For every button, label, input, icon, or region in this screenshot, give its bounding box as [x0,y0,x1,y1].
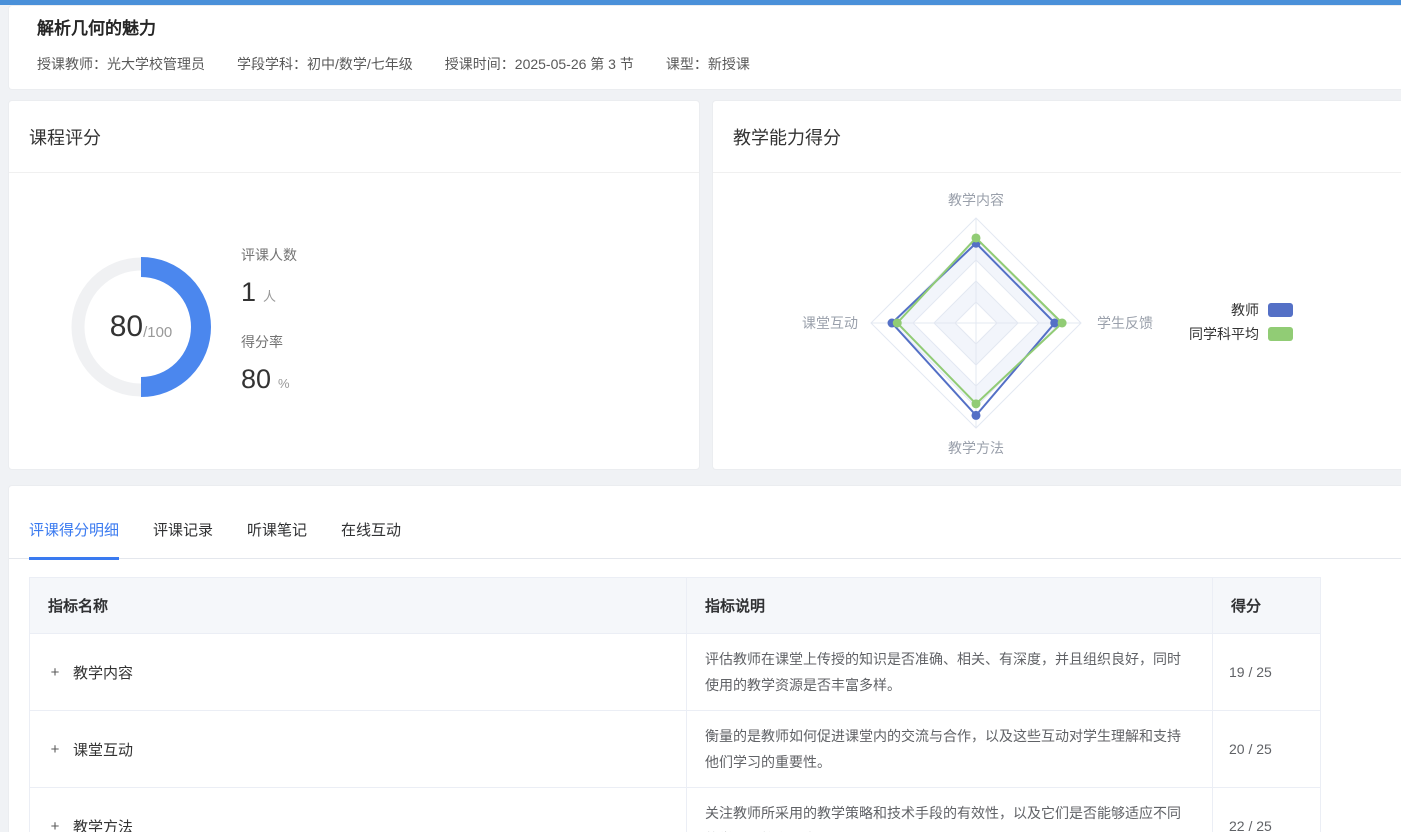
course-score-card-header: 课程评分 [9,101,699,173]
donut-score-max: /100 [143,324,172,341]
table-row-3-desc: 关注教师所采用的教学策略和技术手段的有效性，以及它们是否能够适应不同的学习风格和… [686,787,1212,832]
col-header-score: 得分 [1212,578,1320,633]
score-donut-chart: 80 /100 [66,252,216,402]
legend-item-average[interactable]: 同学科平均 [1093,322,1293,346]
table-row-2-desc: 衡量的是教师如何促进课堂内的交流与合作，以及这些互动对学生理解和支持他们学习的重… [686,710,1212,787]
indicator-name: 课堂互动 [73,739,133,760]
score-rate-value: 80 [241,364,271,395]
course-meta: 授课教师：光大学校管理员 学段学科：初中/数学/七年级 授课时间：2025-05… [37,54,1373,74]
expand-icon[interactable]: + [48,741,62,758]
course-score-card: 课程评分 80 /100 评课人数 1 [8,100,700,470]
course-header: 解析几何的魅力 授课教师：光大学校管理员 学段学科：初中/数学/七年级 授课时间… [8,5,1401,90]
reviewer-count-row: 1 人 [241,277,297,308]
reviewer-count-value: 1 [241,277,256,308]
indicator-name: 教学内容 [73,662,133,683]
radar-legend: 教师 同学科平均 [1093,298,1293,346]
reviewer-count-unit: 人 [263,286,276,305]
donut-center-label: 80 /100 [66,252,216,402]
legend-average-swatch [1268,327,1293,341]
course-score-card-title: 课程评分 [29,124,101,150]
meta-grade-subject: 学段学科：初中/数学/七年级 [237,54,413,74]
tab-review-records[interactable]: 评课记录 [153,519,213,560]
expand-icon[interactable]: + [48,818,62,832]
reviewer-count-label: 评课人数 [241,245,297,265]
course-score-card-body: 80 /100 评课人数 1 人 得分率 80 % [9,173,699,470]
score-rate-unit: % [278,376,290,391]
table-row-3-name: + 教学方法 [30,787,686,832]
indicator-desc: 评估教师在课堂上传授的知识是否准确、相关、有深度，并且组织良好，同时使用的教学资… [705,646,1194,698]
table-row-1-name: + 教学内容 [30,633,686,710]
table-row-2-score: 20 / 25 [1212,710,1320,787]
score-detail-table: 指标名称 指标说明 得分 + 教学内容 评估教师在课堂上传授的知识是否准确、相关… [29,577,1321,832]
legend-teacher-label: 教师 [1231,300,1259,320]
detail-tabs: 评课得分明细 评课记录 听课笔记 在线互动 [9,486,1401,559]
summary-cards-row: 课程评分 80 /100 评课人数 1 [8,100,1401,470]
legend-item-teacher[interactable]: 教师 [1093,298,1293,322]
score-rate-row: 80 % [241,364,297,395]
indicator-desc: 衡量的是教师如何促进课堂内的交流与合作，以及这些互动对学生理解和支持他们学习的重… [705,723,1194,775]
meta-teacher: 授课教师：光大学校管理员 [37,54,205,74]
meta-time: 授课时间：2025-05-26 第 3 节 [445,54,634,74]
teaching-ability-card-header: 教学能力得分 [713,101,1401,173]
tab-listening-notes[interactable]: 听课笔记 [247,519,307,560]
table-row-3-score: 22 / 25 [1212,787,1320,832]
tab-score-detail[interactable]: 评课得分明细 [29,519,119,560]
radar-label-top: 教学内容 [948,192,1004,208]
radar-label-left: 课堂互动 [802,315,858,331]
teaching-ability-card-body: 教学内容 学生反馈 教学方法 课堂互动 教师 同学科平均 [713,173,1401,470]
meta-course-type: 课型：新授课 [666,54,750,74]
tab-online-interaction[interactable]: 在线互动 [341,519,401,560]
col-header-name: 指标名称 [30,578,686,633]
score-stats: 评课人数 1 人 得分率 80 % [241,245,297,395]
expand-icon[interactable]: + [48,664,62,681]
radar-chart: 教学内容 学生反馈 教学方法 课堂互动 [713,173,1401,470]
legend-teacher-swatch [1268,303,1293,317]
table-row-1-desc: 评估教师在课堂上传授的知识是否准确、相关、有深度，并且组织良好，同时使用的教学资… [686,633,1212,710]
donut-score-value: 80 [110,310,143,344]
table-row-2-name: + 课堂互动 [30,710,686,787]
radar-label-bottom: 教学方法 [948,440,1004,456]
indicator-name: 教学方法 [73,816,133,832]
page-title: 解析几何的魅力 [37,16,1373,42]
legend-average-label: 同学科平均 [1189,324,1259,344]
teaching-ability-card-title: 教学能力得分 [733,124,841,150]
col-header-desc: 指标说明 [686,578,1212,633]
detail-section: 评课得分明细 评课记录 听课笔记 在线互动 指标名称 指标说明 得分 + 教学内… [8,485,1401,832]
page: 解析几何的魅力 授课教师：光大学校管理员 学段学科：初中/数学/七年级 授课时间… [0,0,1401,832]
table-row-1-score: 19 / 25 [1212,633,1320,710]
teaching-ability-card: 教学能力得分 [712,100,1401,470]
score-rate-label: 得分率 [241,332,297,352]
indicator-desc: 关注教师所采用的教学策略和技术手段的有效性，以及它们是否能够适应不同的学习风格和… [705,800,1194,832]
